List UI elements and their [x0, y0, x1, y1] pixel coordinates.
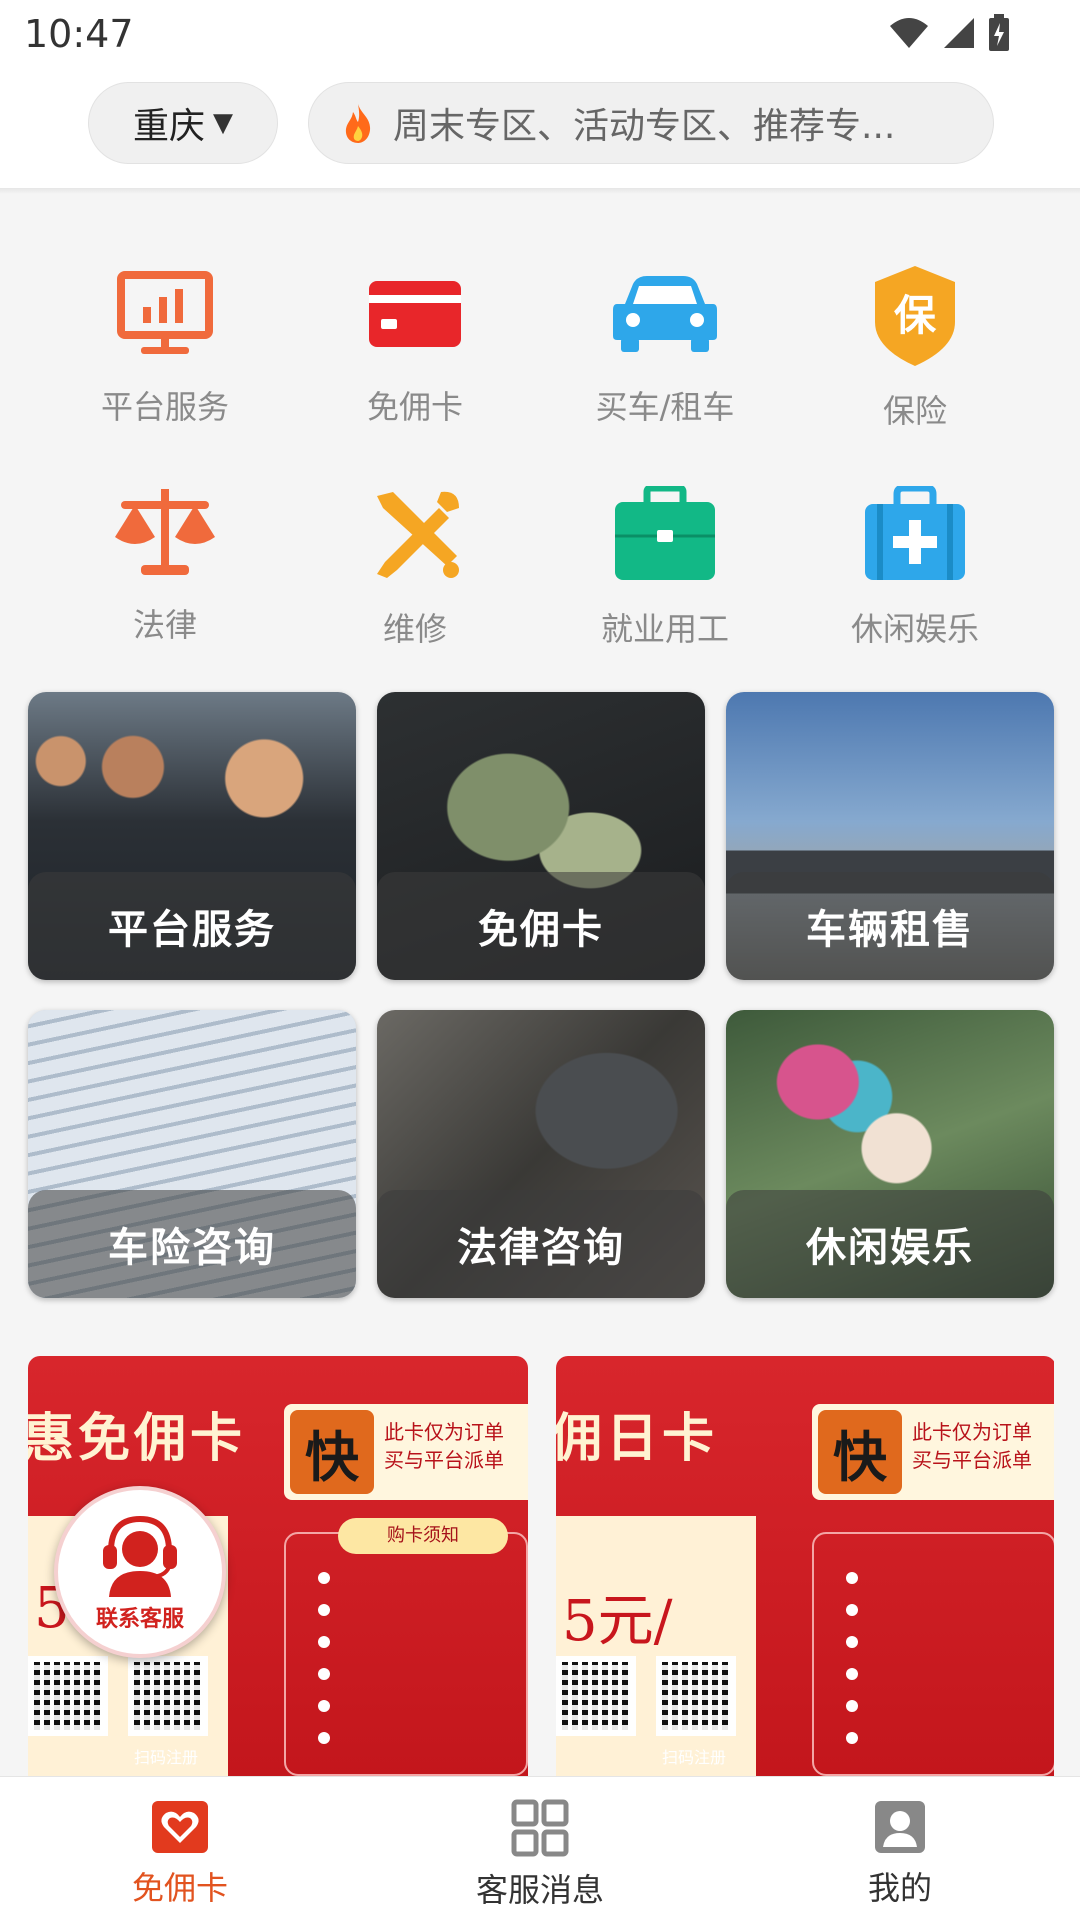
nav-tab-profile[interactable]: 我的	[720, 1777, 1080, 1920]
promo-kuai: 快	[818, 1410, 902, 1494]
qr-code	[656, 1656, 736, 1736]
grid-label: 保险	[882, 392, 947, 430]
promo-kuai: 快	[290, 1410, 374, 1494]
card-platform-service[interactable]: 平台服务	[28, 692, 356, 980]
medkit-icon	[865, 486, 965, 580]
nav-tab-service-messages[interactable]: 客服消息	[360, 1777, 720, 1920]
grid-item-insurance[interactable]: 保 保险	[790, 266, 1040, 430]
card-icon	[369, 281, 461, 347]
status-time: 10:47	[24, 12, 134, 56]
car-icon	[613, 276, 717, 352]
promo-title: 惠免佣卡	[28, 1408, 247, 1469]
grid-item-legal[interactable]: 法律	[40, 486, 290, 646]
grid-item-commission-card[interactable]: 免佣卡	[290, 268, 540, 428]
flame-icon	[345, 104, 371, 143]
qr-code	[128, 1656, 208, 1736]
grid-item-leisure[interactable]: 休闲娱乐	[790, 486, 1040, 648]
grid-label: 休闲娱乐	[850, 610, 979, 648]
grid-icon	[511, 1799, 569, 1857]
grid-label: 就业用工	[600, 610, 729, 648]
grid-label: 免佣卡	[366, 388, 463, 426]
promo-badge: 快 此卡仅为订单 买与平台派单	[812, 1404, 1054, 1500]
grid-label: 平台服务	[100, 388, 229, 426]
signal-icon	[944, 18, 974, 48]
promo-note: 此卡仅为订单 买与平台派单	[912, 1420, 1032, 1472]
qr-code	[28, 1656, 108, 1736]
header: 重庆 ▼ 周末专区、活动专区、推荐专...	[0, 72, 1080, 188]
city-name: 重庆	[132, 106, 205, 147]
grid-item-platform-service[interactable]: 平台服务	[40, 268, 290, 428]
nav-tab-commission-card[interactable]: 免佣卡	[0, 1777, 360, 1920]
card-label: 休闲娱乐	[806, 1225, 974, 1271]
bottom-nav: 免佣卡 客服消息 我的	[0, 1776, 1080, 1920]
card-label: 平台服务	[108, 907, 276, 953]
card-label: 免佣卡	[478, 907, 604, 953]
card-car-insurance[interactable]: 车险咨询	[28, 1010, 356, 1298]
category-cards: 平台服务 免佣卡 车辆租售 车险咨询 法律咨询 休闲娱乐	[28, 692, 1054, 1298]
grid-item-buy-rent-car[interactable]: 买车/租车	[540, 268, 790, 428]
status-bar: 10:47	[0, 0, 1080, 72]
promo-badge: 快 此卡仅为订单 买与平台派单	[284, 1404, 528, 1500]
battery-icon	[989, 14, 1009, 51]
fab-label: 联系客服	[95, 1607, 184, 1632]
svg-text:保: 保	[894, 291, 937, 340]
promo-bullets	[846, 1572, 858, 1764]
promo-title: 佣日卡	[556, 1408, 719, 1469]
card-label: 车险咨询	[108, 1225, 276, 1271]
nav-label: 免佣卡	[131, 1869, 228, 1907]
search-input[interactable]: 周末专区、活动专区、推荐专...	[308, 82, 994, 164]
status-icons	[888, 14, 1010, 52]
customer-service-icon	[103, 1515, 177, 1597]
promo-bullets	[318, 1572, 330, 1764]
city-selector[interactable]: 重庆 ▼	[88, 82, 278, 164]
monitor-chart-icon	[117, 271, 213, 354]
tools-icon	[377, 491, 459, 578]
card-label: 法律咨询	[457, 1225, 625, 1271]
promo-note: 此卡仅为订单 买与平台派单	[384, 1420, 504, 1472]
grid-label: 买车/租车	[595, 388, 735, 426]
nav-label: 客服消息	[475, 1871, 604, 1909]
promo-notice: 购卡须知	[338, 1518, 508, 1554]
card-vehicle-rent-sale[interactable]: 车辆租售	[726, 692, 1054, 980]
card-label: 车辆租售	[806, 907, 974, 953]
scale-icon	[115, 489, 215, 575]
shield-icon: 保	[875, 266, 955, 366]
header-divider	[0, 188, 1080, 194]
card-heart-icon	[152, 1801, 208, 1853]
qr-code	[556, 1656, 636, 1736]
card-legal-consult[interactable]: 法律咨询	[377, 1010, 705, 1298]
card-leisure[interactable]: 休闲娱乐	[726, 1010, 1054, 1298]
qr-caption: 扫码注册	[134, 1748, 199, 1767]
contact-service-button[interactable]: 联系客服	[54, 1486, 226, 1658]
promo-banner[interactable]: 佣日卡 快 此卡仅为订单 买与平台派单 5元/ 扫码注册	[556, 1356, 1054, 1776]
briefcase-icon	[615, 486, 715, 580]
promo-price: 5元/	[562, 1589, 673, 1654]
wifi-icon	[890, 18, 928, 48]
search-placeholder: 周末专区、活动专区、推荐专...	[393, 106, 896, 147]
grid-item-repair[interactable]: 维修	[290, 486, 540, 648]
promo-paper: 5元/	[556, 1516, 756, 1776]
service-grid: 平台服务 免佣卡 买车/租车 保 保险 法律 维修 就业用工 休闲娱乐	[0, 266, 1080, 648]
qr-caption: 扫码注册	[662, 1748, 727, 1767]
grid-item-employment[interactable]: 就业用工	[540, 486, 790, 648]
grid-label: 维修	[382, 610, 447, 648]
caret-down-icon: ▼	[213, 108, 233, 138]
nav-label: 我的	[867, 1869, 932, 1907]
card-commission-card[interactable]: 免佣卡	[377, 692, 705, 980]
grid-label: 法律	[132, 606, 197, 644]
user-icon	[875, 1801, 925, 1853]
